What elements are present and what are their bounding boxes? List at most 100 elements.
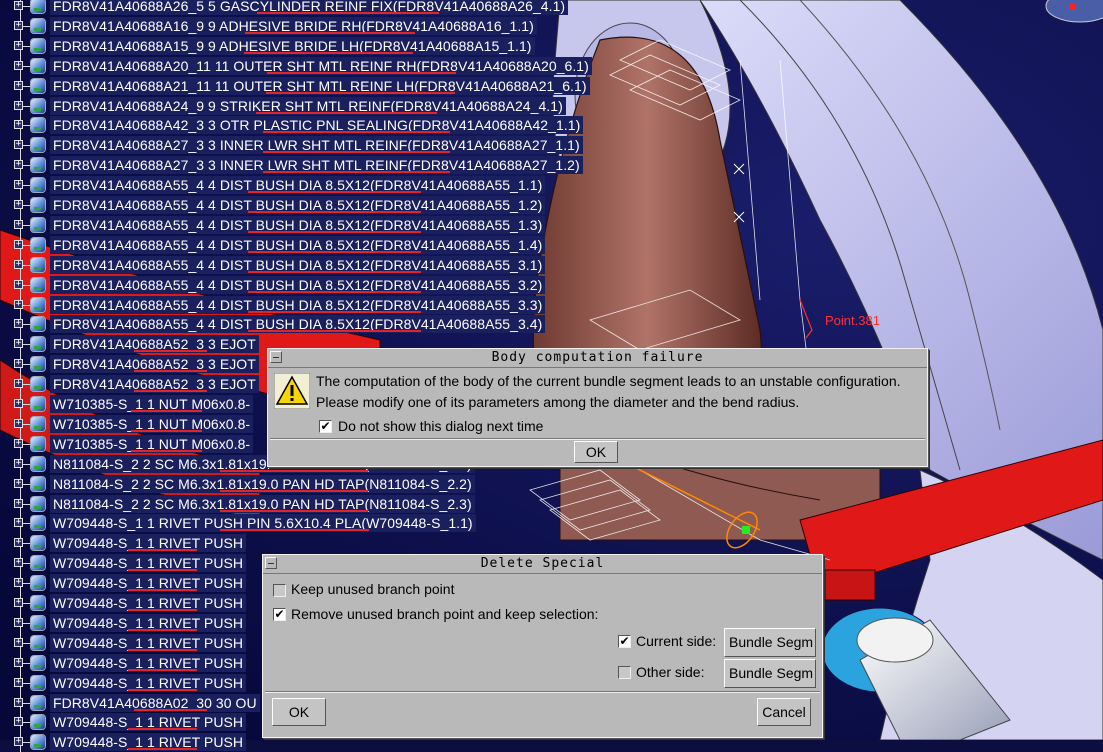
expand-icon[interactable]: +	[14, 518, 23, 528]
body-failure-ok-button[interactable]: OK	[574, 441, 618, 463]
part-icon[interactable]	[31, 715, 45, 730]
part-icon[interactable]	[31, 277, 45, 292]
other-side-checkbox[interactable]	[618, 666, 631, 679]
expand-icon[interactable]: +	[14, 219, 23, 229]
expand-icon[interactable]: +	[14, 478, 23, 488]
tree-node-label[interactable]: FDR8V41A40688A42_3 3 OTR PLASTIC PNL SEA…	[50, 116, 584, 135]
current-side-field[interactable]: Bundle Segm	[724, 628, 816, 657]
tree-node-label[interactable]: FDR8V41A40688A26_5 5 GASCYLINDER REINF F…	[50, 0, 569, 15]
tree-node-label[interactable]: FDR8V41A40688A16_9 9 ADHESIVE BRIDE RH(F…	[50, 16, 537, 35]
tree-node-label[interactable]: N811084-S_2 2 SC M6.3x1.81x19.0 PAN HD T…	[50, 474, 475, 493]
expand-icon[interactable]: +	[14, 80, 23, 90]
delete-special-titlebar[interactable]: Delete Special	[263, 555, 822, 574]
tree-node-label[interactable]: W709448-S_1 1 RIVET PUSH	[50, 534, 247, 553]
tree-node-label[interactable]: W709448-S_1 1 RIVET PUSH	[50, 653, 247, 672]
expand-icon[interactable]: +	[14, 100, 23, 110]
tree-node-label[interactable]: FDR8V41A40688A27_3 3 INNER LWR SHT MTL R…	[50, 156, 583, 175]
part-icon[interactable]	[31, 416, 45, 431]
part-icon[interactable]	[31, 58, 45, 73]
part-icon[interactable]	[31, 635, 45, 650]
part-icon[interactable]	[31, 78, 45, 93]
part-icon[interactable]	[31, 337, 45, 352]
part-icon[interactable]	[31, 0, 45, 13]
part-icon[interactable]	[31, 118, 45, 133]
part-icon[interactable]	[31, 536, 45, 551]
expand-icon[interactable]: +	[14, 598, 23, 607]
expand-icon[interactable]: +	[14, 339, 23, 349]
part-icon[interactable]	[31, 377, 45, 392]
tree-node-label[interactable]: W710385-S_1 1 NUT M06x0.8-	[50, 395, 254, 413]
tree-node-label[interactable]: FDR8V41A40688A02_30 30 OU	[50, 693, 260, 712]
expand-icon[interactable]: +	[14, 259, 23, 269]
expand-icon[interactable]: +	[14, 379, 23, 389]
delete-special-cancel-button[interactable]: Cancel	[757, 698, 811, 726]
part-icon[interactable]	[31, 615, 45, 630]
window-menu-button[interactable]	[265, 557, 277, 569]
expand-icon[interactable]: +	[14, 418, 23, 428]
expand-icon[interactable]: +	[14, 637, 23, 647]
expand-icon[interactable]: +	[14, 120, 23, 130]
part-icon[interactable]	[31, 198, 45, 212]
tree-node-label[interactable]: FDR8V41A40688A55_4 4 DIST BUSH DIA 8.5X1…	[50, 295, 546, 314]
body-failure-titlebar[interactable]: Body computation failure	[268, 349, 927, 368]
expand-icon[interactable]: +	[14, 558, 23, 568]
part-icon[interactable]	[31, 496, 45, 511]
tree-node-label[interactable]: FDR8V41A40688A55_4 4 DIST BUSH DIA 8.5X1…	[50, 176, 546, 195]
dont-show-checkbox[interactable]: ✔	[319, 420, 332, 433]
keep-branch-point-checkbox[interactable]	[273, 584, 286, 597]
tree-node-label[interactable]: N811084-S_2 2 SC M6.3x1.81x19.0 PAN HD T…	[50, 494, 475, 513]
point-label[interactable]: Point.381	[825, 313, 880, 328]
part-icon[interactable]	[31, 436, 45, 451]
delete-special-ok-button[interactable]: OK	[272, 698, 326, 726]
expand-icon[interactable]: +	[14, 20, 23, 30]
expand-icon[interactable]: +	[14, 279, 23, 289]
expand-icon[interactable]: +	[14, 299, 23, 309]
expand-icon[interactable]: +	[14, 538, 23, 548]
part-icon[interactable]	[31, 38, 45, 53]
tree-node-label[interactable]: W709448-S_1 1 RIVET PUSH	[50, 574, 247, 593]
expand-icon[interactable]: +	[14, 359, 23, 369]
expand-icon[interactable]: +	[14, 1, 23, 10]
expand-icon[interactable]: +	[14, 60, 23, 70]
expand-icon[interactable]: +	[14, 160, 23, 170]
tree-node-label[interactable]: FDR8V41A40688A52_3 3 EJOT	[50, 355, 259, 374]
part-icon[interactable]	[31, 297, 45, 312]
part-icon[interactable]	[31, 655, 45, 670]
tree-node-label[interactable]: W710385-S_1 1 NUT M06x0.8-	[50, 414, 254, 433]
window-menu-button[interactable]	[270, 351, 282, 363]
tree-node-label[interactable]: FDR8V41A40688A55_4 4 DIST BUSH DIA 8.5X1…	[50, 196, 546, 214]
part-icon[interactable]	[31, 516, 45, 531]
part-icon[interactable]	[31, 217, 45, 232]
expand-icon[interactable]: +	[14, 180, 23, 190]
other-side-field[interactable]: Bundle Segm	[724, 659, 816, 688]
part-icon[interactable]	[31, 357, 45, 372]
tree-node-label[interactable]: FDR8V41A40688A20_11 11 OUTER SHT MTL REI…	[50, 56, 592, 75]
tree-node-label[interactable]: FDR8V41A40688A55_4 4 DIST BUSH DIA 8.5X1…	[50, 215, 546, 234]
expand-icon[interactable]: +	[14, 578, 23, 588]
tree-node-label[interactable]: W709448-S_1 1 RIVET PUSH	[50, 713, 247, 732]
part-icon[interactable]	[31, 695, 45, 710]
tree-node-label[interactable]: FDR8V41A40688A52_3 3 EJOT	[50, 335, 259, 354]
part-icon[interactable]	[31, 397, 45, 411]
part-icon[interactable]	[31, 317, 45, 332]
tree-node-label[interactable]: FDR8V41A40688A55_4 4 DIST BUSH DIA 8.5X1…	[50, 275, 546, 294]
part-icon[interactable]	[31, 556, 45, 571]
tree-node-label[interactable]: FDR8V41A40688A15_9 9 ADHESIVE BRIDE LH(F…	[50, 36, 535, 55]
tree-node-label[interactable]: W709448-S_1 1 RIVET PUSH	[50, 594, 247, 612]
tree-node-label[interactable]: W709448-S_1 1 RIVET PUSH	[50, 673, 247, 692]
tree-node-label[interactable]: FDR8V41A40688A24_9 9 STRIKER SHT MTL REI…	[50, 96, 566, 115]
part-icon[interactable]	[31, 237, 45, 252]
part-icon[interactable]	[31, 257, 45, 272]
expand-icon[interactable]: +	[14, 319, 23, 329]
part-icon[interactable]	[31, 138, 45, 153]
part-icon[interactable]	[31, 18, 45, 33]
expand-icon[interactable]: +	[14, 438, 23, 448]
tree-node-label[interactable]: FDR8V41A40688A27_3 3 INNER LWR SHT MTL R…	[50, 136, 583, 155]
remove-branch-point-checkbox[interactable]: ✔	[273, 608, 286, 621]
expand-icon[interactable]: +	[14, 677, 23, 687]
part-icon[interactable]	[31, 158, 45, 173]
part-icon[interactable]	[31, 596, 45, 610]
expand-icon[interactable]: +	[14, 399, 23, 408]
tree-node-label[interactable]: FDR8V41A40688A55_4 4 DIST BUSH DIA 8.5X1…	[50, 255, 546, 274]
expand-icon[interactable]: +	[14, 140, 23, 150]
